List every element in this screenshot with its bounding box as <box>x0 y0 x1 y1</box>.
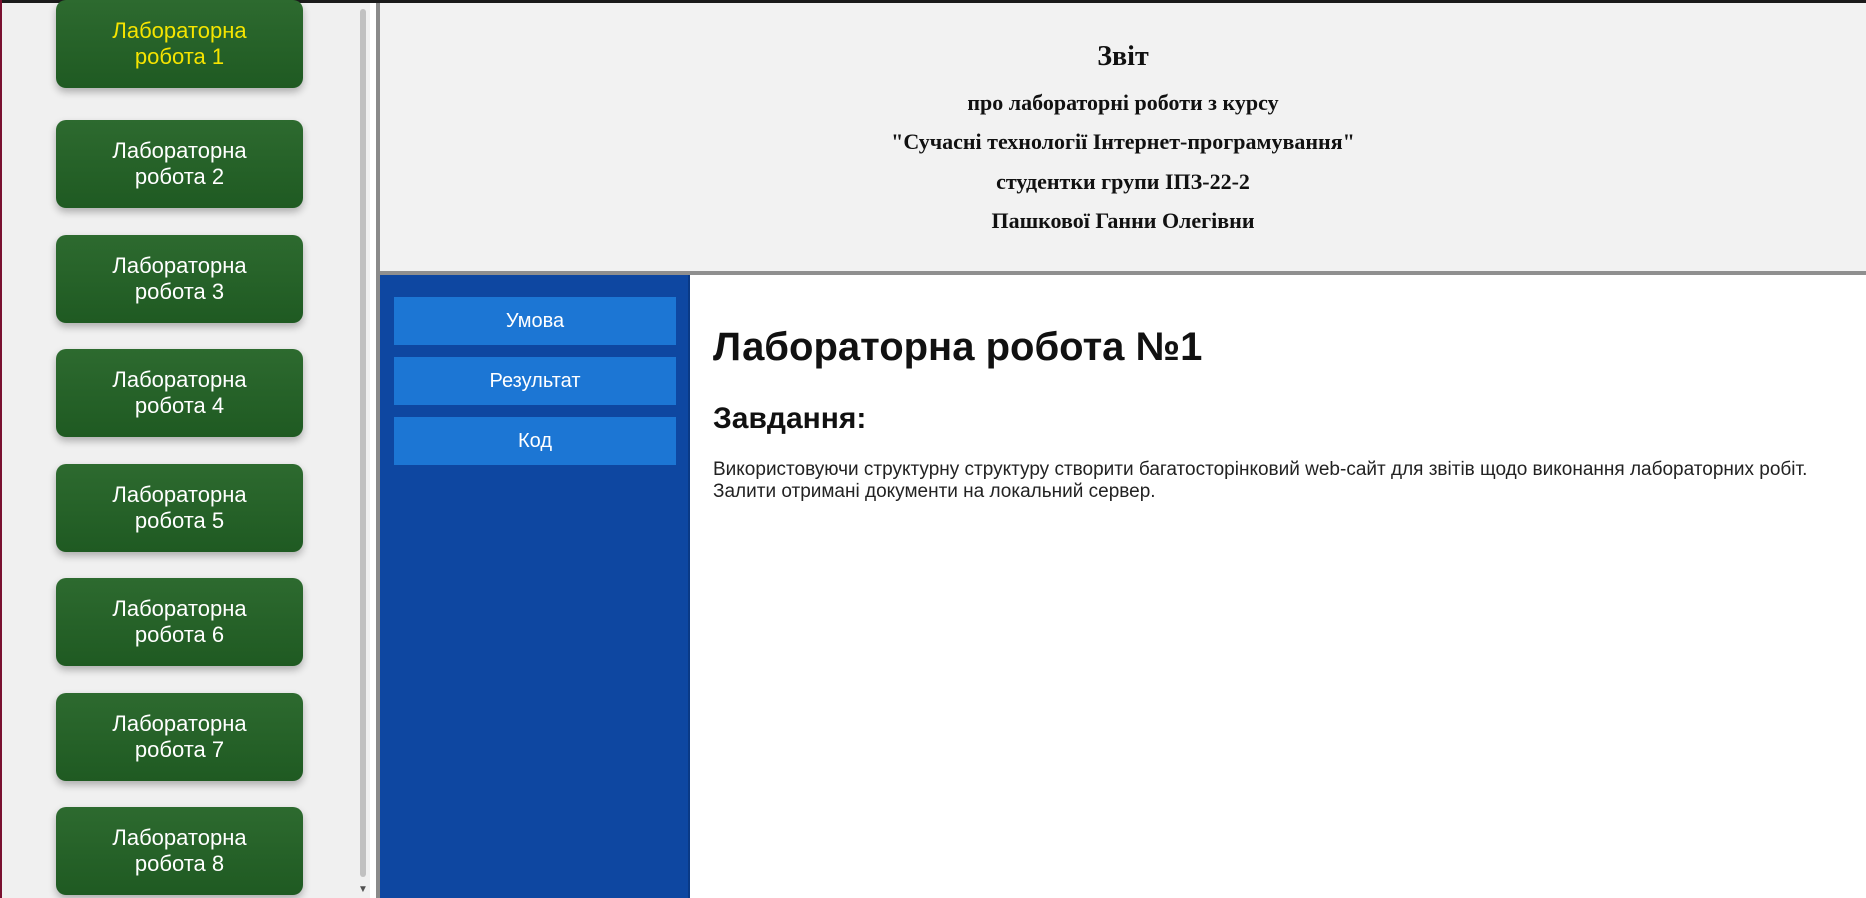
report-header-frame: Звіт про лабораторні роботи з курсу "Суч… <box>380 3 1866 275</box>
lab-button-2[interactable]: Лабораторна робота 2 <box>56 120 303 208</box>
scrollbar-thumb[interactable] <box>360 9 366 877</box>
lab-button-label: Лабораторна робота 2 <box>112 138 247 189</box>
section-heading: Завдання: <box>713 402 867 435</box>
report-group-line: студентки групи ІПЗ-22-2 <box>996 169 1250 194</box>
content-frame: Лабораторна робота №1 Завдання: Використ… <box>690 275 1866 898</box>
condition-button[interactable]: Умова <box>394 297 676 345</box>
task-description: Використовуючи структурну структуру ство… <box>713 459 1808 502</box>
section-navigation-frame: Умова Результат Код <box>380 275 688 898</box>
lab-button-5[interactable]: Лабораторна робота 5 <box>56 464 303 552</box>
lab-button-label: Лабораторна робота 6 <box>112 596 247 647</box>
report-title: Звіт <box>1097 41 1149 72</box>
lab-button-label: Лабораторна робота 5 <box>112 482 247 533</box>
lab-button-label: Лабораторна робота 7 <box>112 711 247 762</box>
code-button[interactable]: Код <box>394 417 676 465</box>
lab-button-6[interactable]: Лабораторна робота 6 <box>56 578 303 666</box>
lab-button-4[interactable]: Лабораторна робота 4 <box>56 349 303 437</box>
lab-frame-scrollbar[interactable]: ▼ <box>356 3 370 898</box>
result-button[interactable]: Результат <box>394 357 676 405</box>
lab-button-3[interactable]: Лабораторна робота 3 <box>56 235 303 323</box>
lab-navigation-frame: Лабораторна робота 1 Лабораторна робота … <box>2 0 360 898</box>
lab-button-8[interactable]: Лабораторна робота 8 <box>56 807 303 895</box>
lab-button-1[interactable]: Лабораторна робота 1 <box>56 0 303 88</box>
lab-button-label: Лабораторна робота 4 <box>112 367 247 418</box>
chevron-down-icon[interactable]: ▼ <box>357 884 369 896</box>
report-course-name: "Сучасні технології Інтернет-програмуван… <box>891 129 1355 154</box>
report-student-name: Пашкової Ганни Олегівни <box>991 208 1255 233</box>
lab-button-7[interactable]: Лабораторна робота 7 <box>56 693 303 781</box>
report-course-line: про лабораторні роботи з курсу <box>967 90 1279 115</box>
page-title: Лабораторна робота №1 <box>713 325 1203 369</box>
lab-button-label: Лабораторна робота 1 <box>112 18 247 69</box>
lab-button-label: Лабораторна робота 8 <box>112 825 247 876</box>
lab-button-label: Лабораторна робота 3 <box>112 253 247 304</box>
